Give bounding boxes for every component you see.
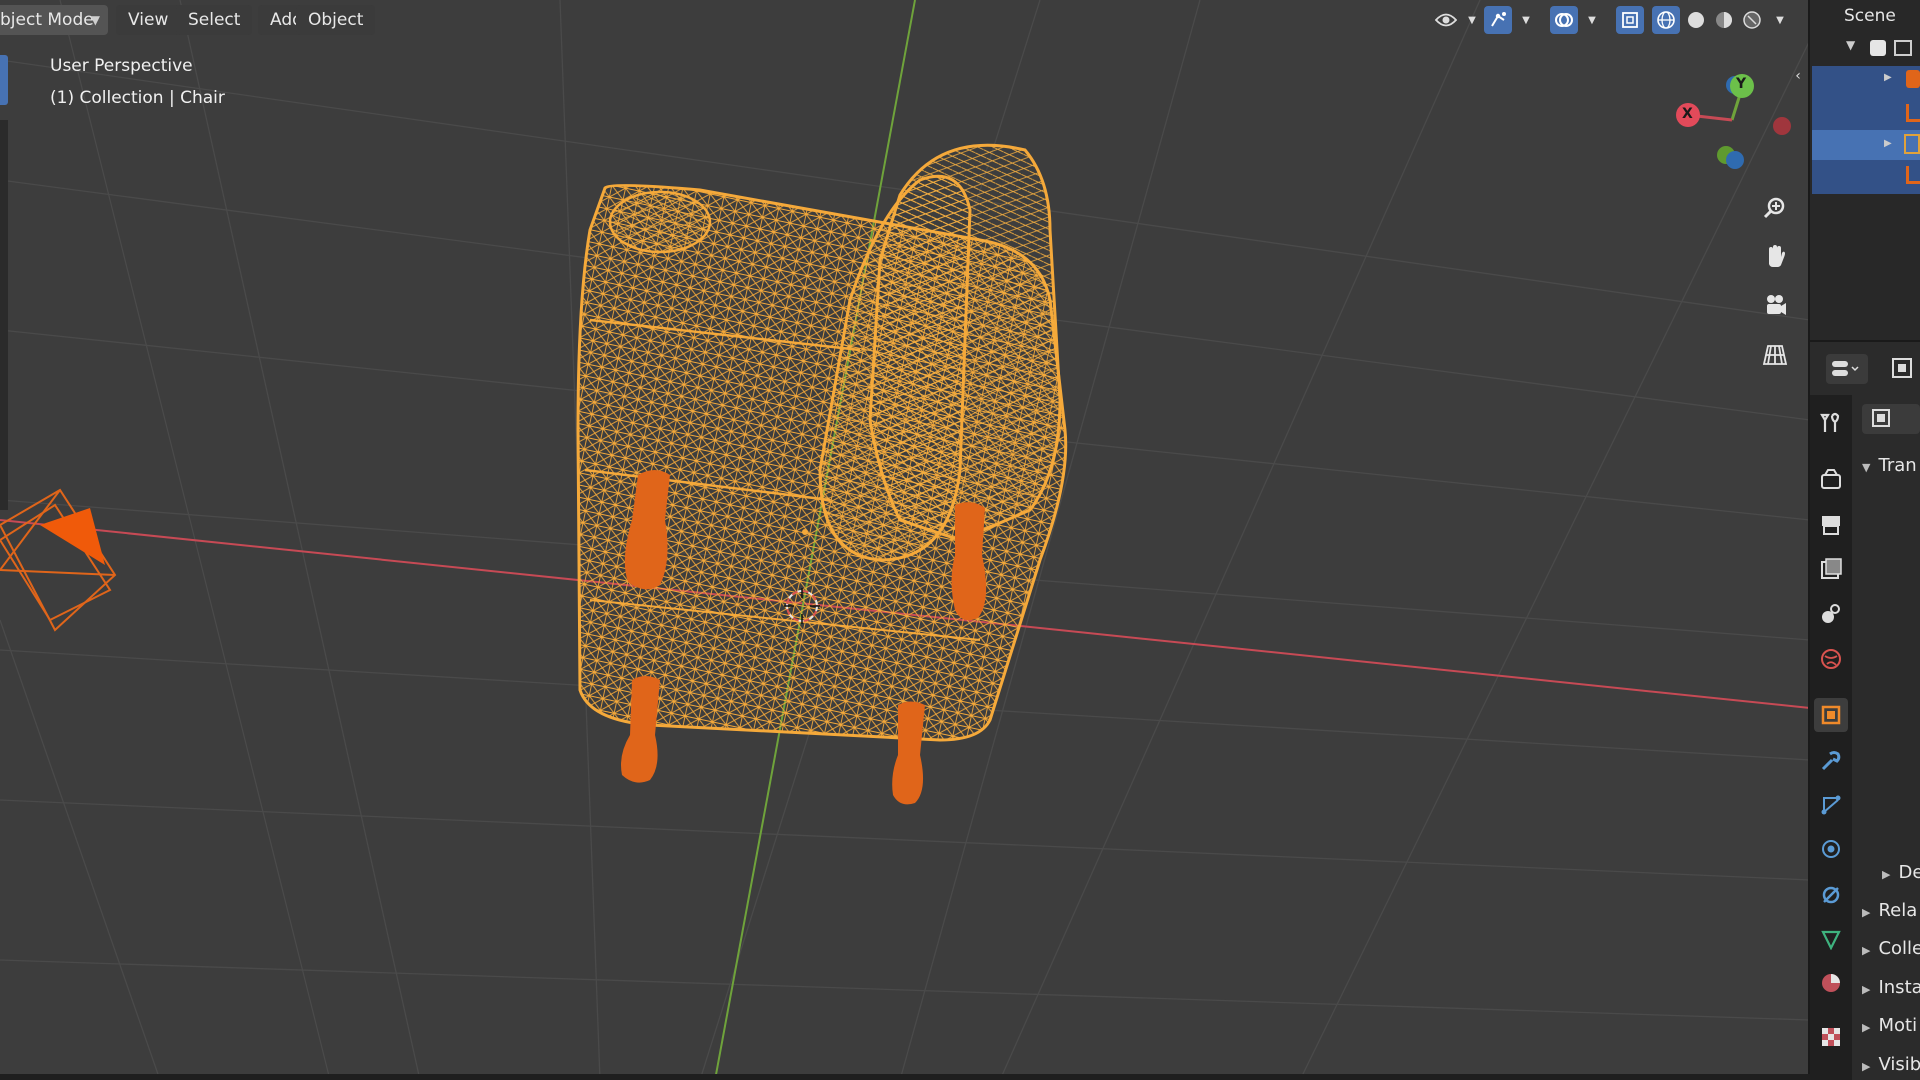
expand-arrow-icon: ▶ <box>1862 983 1871 996</box>
camera-object[interactable] <box>0 488 117 632</box>
expand-arrow-icon: ▶ <box>1862 944 1871 957</box>
perspective-label: User Perspective <box>50 56 193 76</box>
camera-view-icon[interactable] <box>1757 287 1793 323</box>
toolbar-strip[interactable] <box>0 120 8 510</box>
chevron-down-icon: ▼ <box>90 13 100 27</box>
mesh-object-icon <box>1904 134 1920 154</box>
panel-relations-header[interactable]: ▶ Rela <box>1862 900 1917 921</box>
output-tab-icon[interactable] <box>1814 508 1848 542</box>
panel-instancing-header[interactable]: ▶ Insta <box>1862 977 1920 998</box>
modifier-tab-icon[interactable] <box>1814 744 1848 778</box>
expand-arrow-icon: ▶ <box>1862 1060 1871 1073</box>
mode-dropdown[interactable]: bject Mode ▼ <box>0 5 108 35</box>
panel-visibility-label: Visib <box>1878 1054 1920 1075</box>
sidebar-toggle-icon[interactable]: ‹ <box>1788 62 1808 90</box>
gizmo-toggle-icon[interactable] <box>1484 6 1512 34</box>
panel-motion-header[interactable]: ▶ Moti <box>1862 1015 1917 1036</box>
pan-hand-icon[interactable] <box>1757 238 1793 274</box>
expand-arrow-icon: ▶ <box>1882 868 1891 881</box>
expand-arrow-icon[interactable]: ▶ <box>1884 138 1892 149</box>
panel-delta-header[interactable]: ▶ De <box>1882 862 1920 883</box>
expand-arrow-icon: ▼ <box>1862 461 1871 474</box>
zoom-icon[interactable] <box>1757 190 1793 226</box>
menu-view[interactable]: View <box>116 5 181 35</box>
gizmo-y-label[interactable]: Y <box>1736 76 1746 92</box>
gizmo-x-label[interactable]: X <box>1682 106 1693 122</box>
collection-label: (1) Collection | Chair <box>50 88 225 108</box>
chair-mesh-wireframe[interactable] <box>576 143 1068 742</box>
viewport-scene <box>0 0 1810 1080</box>
panel-relations-label: Rela <box>1878 900 1918 921</box>
toolbar-active-tool[interactable] <box>0 55 8 105</box>
view-layer-tab-icon[interactable] <box>1814 552 1848 586</box>
chevron-down-icon[interactable]: ▼ <box>1578 6 1606 34</box>
tool-tab-icon[interactable] <box>1814 406 1848 440</box>
data-tab-icon[interactable] <box>1814 922 1848 956</box>
expand-arrow-icon: ▶ <box>1862 906 1871 919</box>
constraints-tab-icon[interactable] <box>1814 878 1848 912</box>
panel-visibility-header[interactable]: ▶ Visib <box>1862 1054 1920 1075</box>
mode-label: bject Mode <box>0 10 94 30</box>
ortho-grid-icon[interactable] <box>1757 337 1793 373</box>
material-tab-icon[interactable] <box>1814 966 1848 1000</box>
pin-icon[interactable] <box>1890 356 1916 382</box>
expand-arrow-icon[interactable]: ▼ <box>1846 38 1855 52</box>
wireframe-shading-icon[interactable] <box>1652 6 1680 34</box>
rendered-shading-icon[interactable] <box>1738 6 1766 34</box>
camera-object-icon <box>1906 70 1920 88</box>
overlays-icon[interactable] <box>1550 6 1578 34</box>
bottom-border <box>0 1074 1810 1080</box>
scene-tab-icon[interactable] <box>1814 596 1848 630</box>
world-tab-icon[interactable] <box>1814 642 1848 676</box>
expand-arrow-icon[interactable]: ▶ <box>1884 72 1892 83</box>
object-origin <box>802 529 808 535</box>
panel-transform-label: Tran <box>1878 455 1917 476</box>
material-shading-icon[interactable] <box>1710 6 1738 34</box>
solid-shading-icon[interactable] <box>1682 6 1710 34</box>
menu-select[interactable]: Select <box>176 5 253 35</box>
outliner-scene-title[interactable]: Scene <box>1844 6 1896 26</box>
panel-instancing-label: Insta <box>1878 977 1920 998</box>
empty-object-icon <box>1906 166 1920 184</box>
empty-object-icon <box>1906 104 1920 122</box>
xray-toggle-icon[interactable] <box>1616 6 1644 34</box>
panel-collections-label: Colle <box>1878 938 1920 959</box>
panel-motion-label: Moti <box>1878 1015 1918 1036</box>
object-type-dropdown[interactable] <box>1862 404 1920 434</box>
texture-tab-icon[interactable] <box>1814 1020 1848 1054</box>
chevron-down-icon[interactable]: ▼ <box>1512 6 1540 34</box>
panel-delta-label: De <box>1898 862 1920 883</box>
editor-type-dropdown[interactable] <box>1826 354 1868 384</box>
viewport-header: bject Mode ▼ View Select Add Object ▼ ▼ … <box>0 0 1810 84</box>
panel-collections-header[interactable]: ▶ Colle <box>1862 938 1920 959</box>
checkbox-icon[interactable] <box>1870 40 1886 56</box>
expand-arrow-icon: ▶ <box>1862 1021 1871 1034</box>
object-tab-icon[interactable] <box>1814 698 1848 732</box>
physics-tab-icon[interactable] <box>1814 832 1848 866</box>
render-tab-icon[interactable] <box>1814 462 1848 496</box>
menu-object[interactable]: Object <box>296 5 376 35</box>
particles-tab-icon[interactable] <box>1814 788 1848 822</box>
collection-icon <box>1894 40 1912 56</box>
visibility-eye-icon[interactable] <box>1432 6 1460 34</box>
blender-window: Y X User Perspective (1) Collection | Ch… <box>0 0 1920 1080</box>
chevron-down-icon[interactable]: ▼ <box>1766 6 1794 34</box>
navigation-gizmo[interactable] <box>1676 74 1791 169</box>
panel-transform-header[interactable]: ▼ Tran <box>1862 455 1917 476</box>
chevron-down-icon[interactable]: ▼ <box>1458 6 1486 34</box>
3d-viewport[interactable]: Y X User Perspective (1) Collection | Ch… <box>0 0 1810 1080</box>
